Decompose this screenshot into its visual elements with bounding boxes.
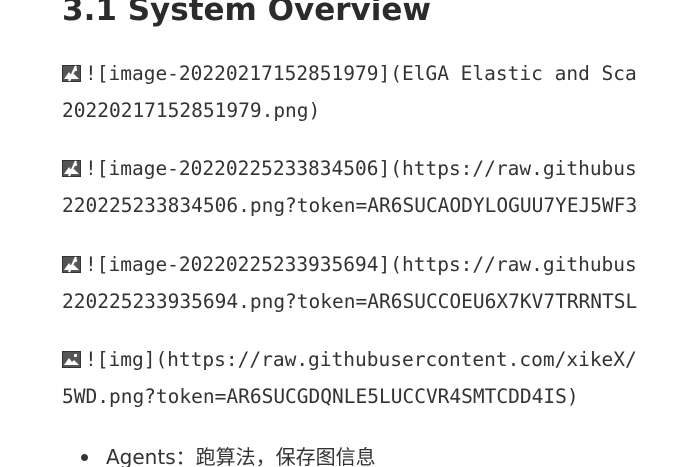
image-markdown-paragraph: ![image-20220225233834506](https://raw.g… [62,150,694,224]
section-heading: 3.1 System Overview [62,0,432,28]
markdown-image-text: ![image-20220225233935694](https://raw.g… [85,253,637,276]
paragraph-line: ![img](https://raw.githubusercontent.com… [62,341,694,378]
image-markdown-paragraph: ![image-20220225233935694](https://raw.g… [62,246,694,320]
bullet-dot-icon [81,454,88,461]
image-icon[interactable] [62,351,81,368]
broken-image-icon[interactable] [62,160,81,177]
broken-image-icon[interactable] [62,65,81,82]
list-item-text: Agents：跑算法，保存图信息 [106,445,376,467]
markdown-image-text-continued: 5WD.png?token=AR6SUCGDQNLE5LUCCVR4SMTCDD… [62,385,579,408]
markdown-image-text: ![img](https://raw.githubusercontent.com… [85,348,637,371]
paragraph-line: ![image-20220225233834506](https://raw.g… [62,150,694,187]
bullet-list: Agents：跑算法，保存图信息 [62,436,376,467]
broken-image-icon[interactable] [62,256,81,273]
image-markdown-paragraph: ![image-20220217152851979](ElGA Elastic … [62,55,694,129]
image-markdown-paragraph: ![img](https://raw.githubusercontent.com… [62,341,694,415]
markdown-image-text-continued: 220225233834506.png?token=AR6SUCAODYLOGU… [62,194,638,217]
list-item: Agents：跑算法，保存图信息 [62,436,376,467]
markdown-image-text-continued: 220225233935694.png?token=AR6SUCCOEU6X7K… [62,290,638,313]
paragraph-line: ![image-20220217152851979](ElGA Elastic … [62,55,694,92]
markdown-image-text-continued: 20220217152851979.png) [62,99,321,122]
markdown-image-text: ![image-20220225233834506](https://raw.g… [85,157,637,180]
markdown-image-text: ![image-20220217152851979](ElGA Elastic … [85,62,637,85]
paragraph-line: ![image-20220225233935694](https://raw.g… [62,246,694,283]
